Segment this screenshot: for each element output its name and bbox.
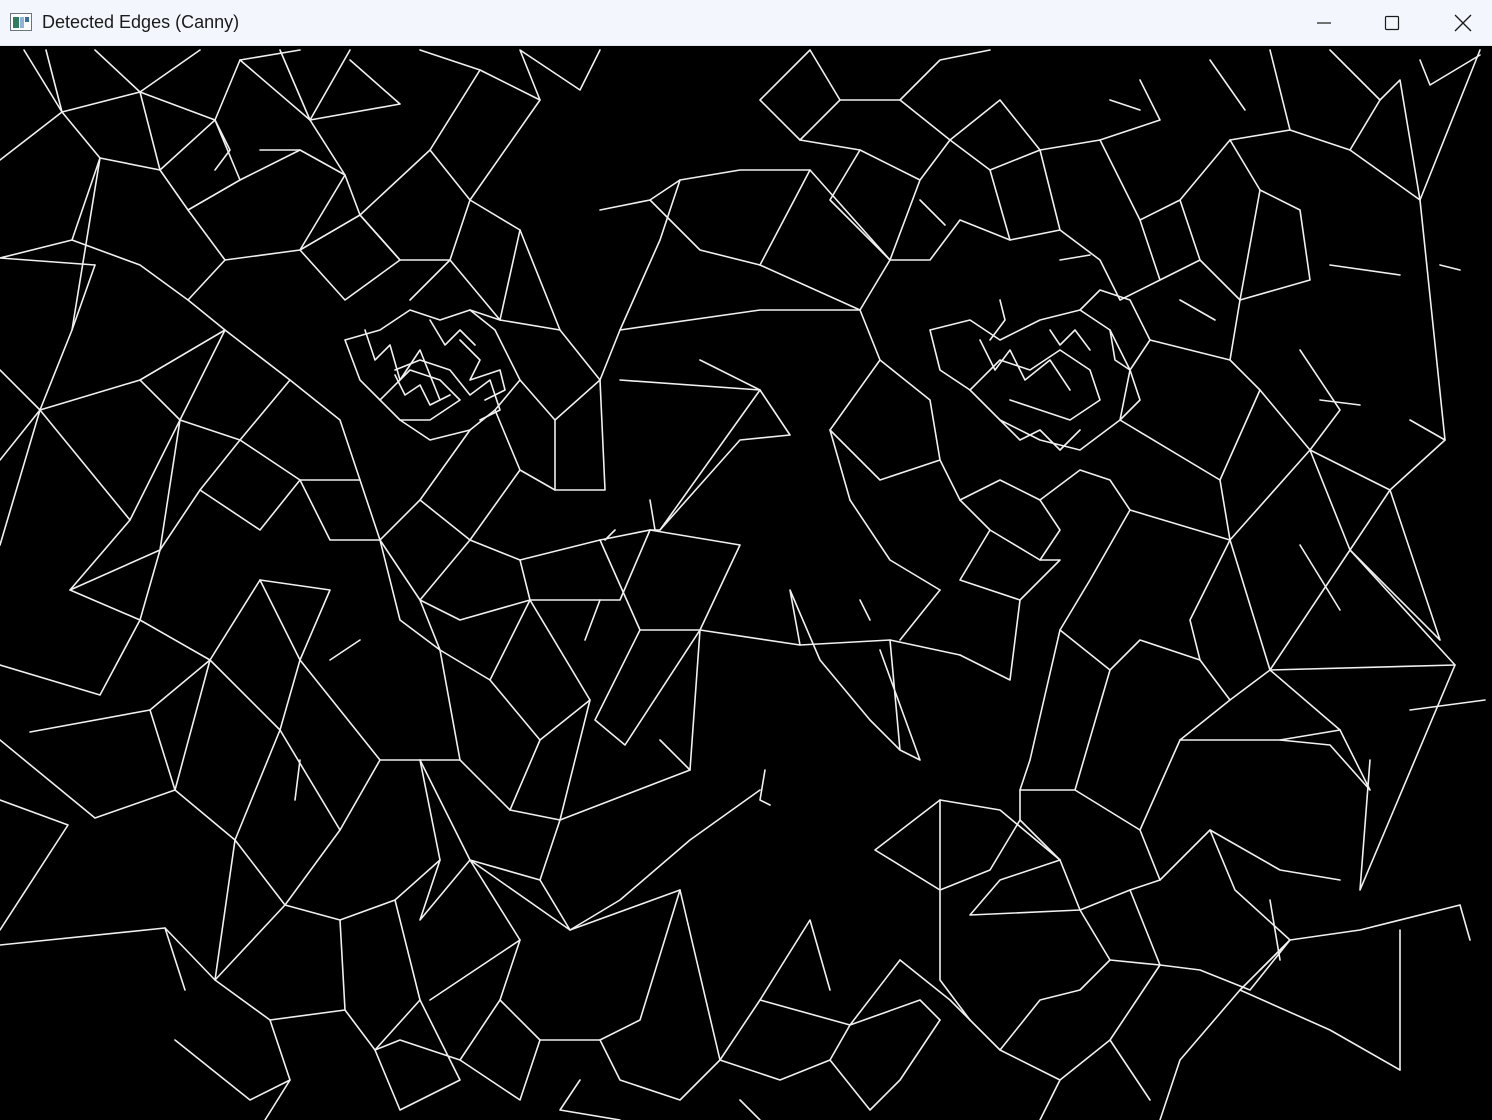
minimize-icon (1317, 22, 1331, 24)
edge-image-canvas[interactable] (0, 46, 1492, 1120)
maximize-button[interactable] (1357, 0, 1427, 46)
close-icon (1454, 14, 1472, 32)
title-bar[interactable]: Detected Edges (Canny) (0, 0, 1492, 46)
image-window: Detected Edges (Canny) (0, 0, 1492, 1120)
maximize-icon (1384, 15, 1400, 31)
window-title: Detected Edges (Canny) (42, 12, 240, 32)
canny-edge-image (0, 46, 1492, 1120)
close-button[interactable] (1428, 0, 1492, 46)
minimize-button[interactable] (1289, 0, 1359, 46)
opencv-window-icon (10, 13, 32, 31)
